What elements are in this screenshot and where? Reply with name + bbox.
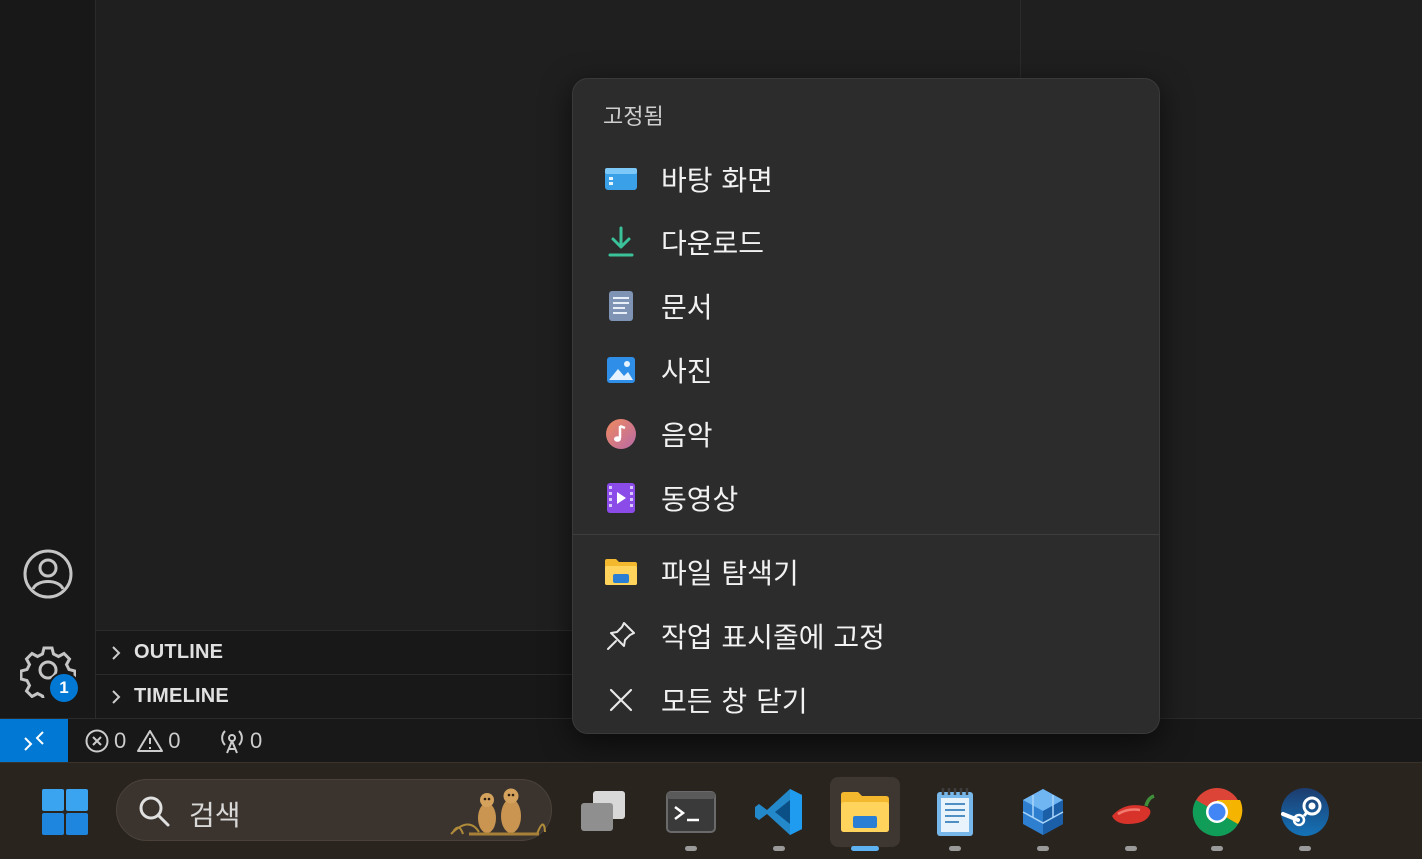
taskbar-app-pepper[interactable] xyxy=(1096,777,1166,851)
file-explorer-jumplist-menu: 고정됨 바탕 화면 다운로드 문서 사진 음악 동영상 파일 탐색기 작업 표시… xyxy=(572,78,1160,734)
chili-pepper-icon xyxy=(1112,794,1155,824)
remote-icon xyxy=(24,731,44,751)
jumplist-action-file-explorer[interactable]: 파일 탐색기 xyxy=(573,542,1159,602)
error-icon xyxy=(85,729,109,753)
jumplist-item-label: 문서 xyxy=(661,291,713,324)
jumplist-item-documents[interactable]: 문서 xyxy=(573,276,1159,336)
jumplist-action-pin-to-taskbar[interactable]: 작업 표시줄에 고정 xyxy=(573,606,1159,666)
jumplist-item-label: 동영상 xyxy=(661,483,739,516)
settings-update-badge: 1 xyxy=(48,672,80,704)
taskbar-search-box[interactable]: 검색 xyxy=(116,779,552,841)
music-icon xyxy=(603,416,639,452)
steam-icon xyxy=(1281,788,1329,836)
jumplist-item-desktop[interactable]: 바탕 화면 xyxy=(573,149,1159,209)
vscode-icon xyxy=(755,789,802,835)
account-icon[interactable] xyxy=(22,548,74,600)
warning-icon xyxy=(137,730,164,752)
running-indicator xyxy=(1299,846,1311,851)
chevron-right-icon xyxy=(112,689,121,704)
running-indicator xyxy=(1125,846,1137,851)
broadcast-icon xyxy=(221,730,243,754)
ports-count: 0 xyxy=(250,728,263,753)
taskbar-app-task-view[interactable] xyxy=(568,777,638,847)
running-indicator xyxy=(1211,846,1223,851)
pictures-icon xyxy=(603,352,639,388)
documents-icon xyxy=(603,288,639,324)
jumplist-item-music[interactable]: 음악 xyxy=(573,404,1159,464)
search-placeholder: 검색 xyxy=(189,799,241,832)
windows-logo-icon xyxy=(42,789,88,835)
pin-icon xyxy=(603,618,639,654)
pinned-section-header: 고정됨 xyxy=(603,105,664,130)
jumplist-item-videos[interactable]: 동영상 xyxy=(573,468,1159,528)
notepad-icon xyxy=(937,788,973,836)
taskbar-app-file-explorer[interactable] xyxy=(830,777,900,851)
jumplist-action-label: 파일 탐색기 xyxy=(661,557,799,590)
jumplist-action-label: 모든 창 닫기 xyxy=(661,685,808,718)
chrome-icon xyxy=(1192,788,1243,837)
taskbar-app-steam[interactable] xyxy=(1270,777,1340,851)
task-view-icon xyxy=(581,791,625,831)
ports-indicator[interactable]: 0 xyxy=(218,719,262,763)
jumplist-item-label: 다운로드 xyxy=(661,227,765,260)
taskbar-app-chrome[interactable] xyxy=(1182,777,1252,851)
taskbar-app-vscode[interactable] xyxy=(744,777,814,851)
close-icon xyxy=(603,682,639,718)
jumplist-item-label: 사진 xyxy=(661,355,713,388)
taskbar-app-notepad[interactable] xyxy=(920,777,990,851)
running-indicator xyxy=(685,846,697,851)
windows-taskbar: 검색 xyxy=(0,762,1422,859)
terminal-icon xyxy=(666,791,716,833)
active-window-indicator xyxy=(851,846,879,851)
warning-count: 0 xyxy=(168,728,181,753)
chevron-right-icon xyxy=(112,645,121,660)
problems-indicator[interactable]: 0 0 xyxy=(84,719,181,763)
jumplist-action-label: 작업 표시줄에 고정 xyxy=(661,621,885,654)
videos-icon xyxy=(603,480,639,516)
downloads-icon xyxy=(603,224,639,260)
file-explorer-icon xyxy=(841,792,889,832)
remote-indicator-button[interactable] xyxy=(0,719,68,763)
running-indicator xyxy=(1037,846,1049,851)
timeline-section-label: TIMELINE xyxy=(134,685,229,707)
outline-section-label: OUTLINE xyxy=(134,641,224,663)
error-count: 0 xyxy=(114,728,127,753)
search-icon xyxy=(139,796,170,827)
desktop-folder-icon xyxy=(603,161,639,197)
menu-separator xyxy=(573,534,1159,535)
running-indicator xyxy=(949,846,961,851)
jumplist-item-label: 바탕 화면 xyxy=(661,164,773,197)
jumplist-action-close-all-windows[interactable]: 모든 창 닫기 xyxy=(573,670,1159,730)
start-button[interactable] xyxy=(30,777,100,847)
activity-bar xyxy=(0,0,96,718)
taskbar-app-cube-tool[interactable] xyxy=(1008,777,1078,851)
taskbar-app-terminal[interactable] xyxy=(656,777,726,851)
running-indicator xyxy=(773,846,785,851)
cube-app-icon xyxy=(1022,789,1064,835)
jumplist-item-pictures[interactable]: 사진 xyxy=(573,340,1159,400)
file-explorer-icon xyxy=(603,554,639,590)
jumplist-item-label: 음악 xyxy=(661,419,713,452)
jumplist-item-downloads[interactable]: 다운로드 xyxy=(573,212,1159,272)
meerkat-highlight-icon xyxy=(450,788,546,836)
